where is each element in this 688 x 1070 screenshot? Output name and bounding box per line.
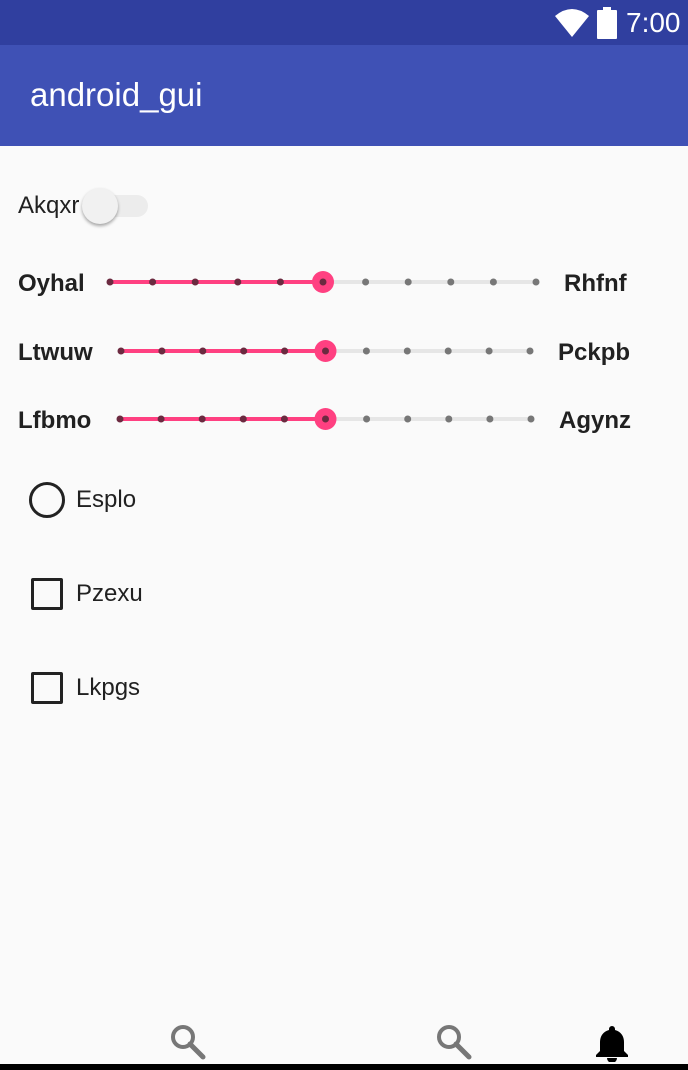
slider-tick-mark [239,415,247,423]
slider-tick-mark [362,347,370,355]
slider-tick-mark [404,278,412,286]
navigation-bar-edge [0,1064,688,1070]
screen: 7:00 android_gui Akqxr Oyhal Rhfnf Ltwuw… [0,0,688,1070]
slider-tick-mark [158,347,166,355]
switch-thumb[interactable] [82,188,118,224]
nav-item-search-2[interactable] [434,1022,474,1062]
slider-tick-mark [106,278,114,286]
bottom-navigation [0,1014,688,1070]
slider-tick-mark [198,415,206,423]
bell-icon [596,1026,628,1063]
slider-tick-mark [485,347,493,355]
slider-tick-mark [280,415,288,423]
slider-row-oyhal: Oyhal Rhfnf [0,258,688,308]
checkbox[interactable] [31,578,63,610]
nav-item-notifications[interactable] [592,1022,632,1063]
slider-tick-mark [281,347,289,355]
slider-thumb-dot [322,347,329,355]
slider-tick-mark [234,278,242,286]
radio-button[interactable] [29,482,65,518]
slider-tick-mark [445,415,453,423]
slider-tick-mark [117,347,125,355]
status-bar: 7:00 [0,0,688,45]
slider-thumb-dot [319,278,327,286]
slider-tick-mark [447,278,455,286]
slider-tick-mark [276,278,284,286]
slider-tick-mark [526,347,534,355]
radio-label: Esplo [76,486,137,513]
slider-tick-mark [486,415,494,423]
radio-row-esplo[interactable]: Esplo [0,476,688,524]
slider-thumb-dot [322,415,329,423]
slider-tick-mark [149,278,157,286]
slider-tick-mark [191,278,199,286]
slider-end-label: Rhfnf [564,270,627,297]
search-icon [437,1025,472,1060]
switch-label: Akqxr [18,192,80,219]
slider-tick-mark [404,415,412,423]
slider-end-label: Pckpb [558,339,631,366]
app-bar: android_gui [0,45,688,146]
slider-tick-mark [527,415,535,423]
slider-tick-mark [363,415,371,423]
slider-tick-mark [362,278,370,286]
slider-tick-mark [403,347,411,355]
slider-tick-mark [199,347,207,355]
checkbox-row-lkpgs[interactable]: Lkpgs [0,664,688,712]
checkbox-label: Lkpgs [76,674,141,701]
checkbox-row-pzexu[interactable]: Pzexu [0,570,688,618]
slider-tick-mark [489,278,497,286]
nav-item-search-1[interactable] [168,1022,208,1062]
slider-row-lfbmo: Lfbmo Agynz [0,395,688,445]
slider-tick-mark [157,415,165,423]
slider-end-label: Agynz [559,407,631,434]
checkbox[interactable] [31,672,63,704]
wifi-icon [555,9,589,37]
checkbox-label: Pzexu [76,580,143,607]
slider-tick-mark [240,347,248,355]
search-icon [171,1025,206,1060]
slider-row-ltwuw: Ltwuw Pckpb [0,327,688,377]
slider-tick-mark [116,415,124,423]
slider-tick-mark [532,278,540,286]
status-time: 7:00 [626,7,681,38]
slider-tick-mark [444,347,452,355]
battery-icon [597,7,617,39]
app-title: android_gui [30,76,203,113]
